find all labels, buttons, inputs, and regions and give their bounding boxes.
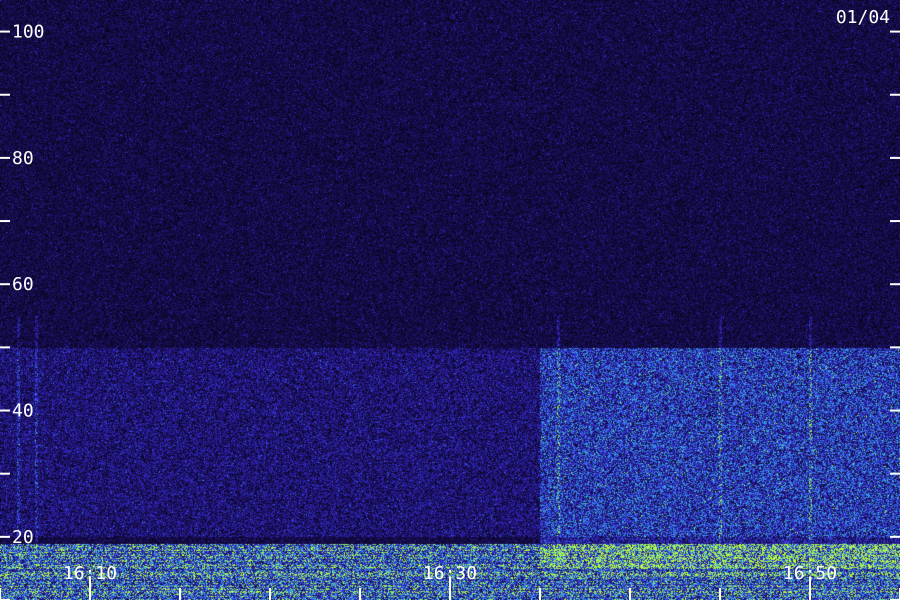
chart-overlay: 20 40 60 80 100 16:10 16:30 16:50 01/04 xyxy=(0,7,900,600)
y-axis: 20 40 60 80 100 xyxy=(0,22,900,600)
y-tick-label-20: 20 xyxy=(12,527,34,548)
y-tick-label-40: 40 xyxy=(12,401,34,422)
x-tick-label-1610: 16:10 xyxy=(63,563,117,584)
date-label: 01/04 xyxy=(836,7,890,28)
spectrogram-chart: 20 40 60 80 100 16:10 16:30 16:50 01/04 xyxy=(0,0,900,600)
x-axis: 16:10 16:30 16:50 xyxy=(0,563,900,600)
x-tick-label-1630: 16:30 xyxy=(423,563,477,584)
x-tick-label-1650: 16:50 xyxy=(783,563,837,584)
y-tick-label-60: 60 xyxy=(12,274,34,295)
y-tick-label-80: 80 xyxy=(12,148,34,169)
y-tick-label-100: 100 xyxy=(12,22,45,43)
